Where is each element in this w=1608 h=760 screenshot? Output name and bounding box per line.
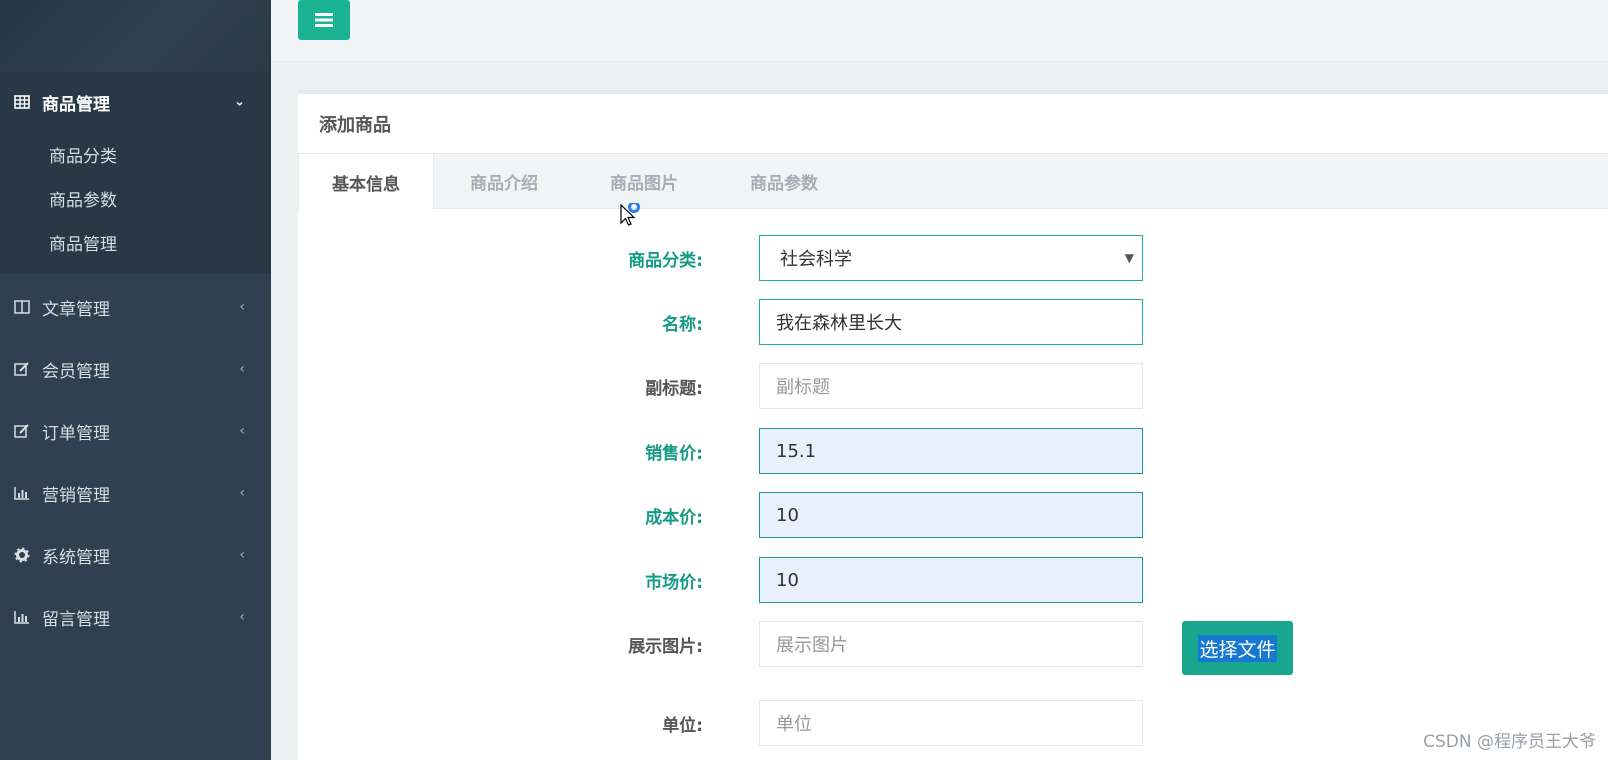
- subtitle-placeholder: 副标题: [776, 377, 830, 398]
- name-label: 名称:: [662, 314, 703, 335]
- form-row-unit: 单位: 单位: [298, 700, 1608, 746]
- sidebar-item-members[interactable]: 会员管理 ‹: [0, 338, 271, 400]
- add-product-panel: 添加商品 基本信息 商品介绍 商品图片 商品参数 商品分类: 社会科学 ▼ 名称…: [298, 90, 1608, 760]
- unit-input[interactable]: 单位: [759, 700, 1143, 746]
- chevron-left-icon: ‹: [239, 423, 245, 439]
- tab-bar: 基本信息 商品介绍 商品图片 商品参数: [298, 154, 1608, 210]
- sale-price-input[interactable]: 15.1: [759, 428, 1143, 474]
- sidebar: 商品管理 ⌄ 商品分类 商品参数 商品管理 文章管理 ‹ 会员管理 ‹ 订单管理…: [0, 0, 271, 760]
- sidebar-item-label: 营销管理: [42, 485, 110, 506]
- sidebar-subitem-products[interactable]: 商品管理: [0, 220, 271, 264]
- name-input[interactable]: 我在森林里长大: [759, 299, 1143, 345]
- edit-icon: [12, 423, 32, 439]
- sidebar-item-system[interactable]: 系统管理 ‹: [0, 524, 271, 586]
- choose-file-label: 选择文件: [1198, 634, 1277, 662]
- sidebar-item-label: 系统管理: [42, 547, 110, 568]
- sidebar-subnav: 商品分类 商品参数 商品管理: [0, 132, 271, 274]
- watermark: CSDN @程序员王大爷: [1423, 732, 1596, 752]
- chevron-left-icon: ‹: [239, 547, 245, 563]
- display-image-input[interactable]: 展示图片: [759, 621, 1143, 667]
- cost-price-input[interactable]: 10: [759, 492, 1143, 538]
- form-row-display-image: 展示图片: 展示图片 选择文件: [298, 621, 1608, 675]
- chevron-left-icon: ‹: [239, 609, 245, 625]
- bar-chart-icon: [12, 609, 32, 625]
- tab-basic-info[interactable]: 基本信息: [298, 154, 434, 210]
- sidebar-item-label: 订单管理: [42, 423, 110, 444]
- sidebar-subitem-category[interactable]: 商品分类: [0, 132, 271, 176]
- bars-icon: [315, 13, 333, 27]
- cost-price-label: 成本价:: [645, 507, 703, 528]
- form-row-name: 名称: 我在森林里长大: [298, 299, 1608, 345]
- subtitle-label: 副标题:: [645, 378, 703, 399]
- tab-product-intro[interactable]: 商品介绍: [434, 154, 574, 209]
- columns-icon: [12, 299, 32, 315]
- sidebar-item-label: 文章管理: [42, 299, 110, 320]
- sidebar-item-product-management[interactable]: 商品管理 ⌄: [0, 72, 271, 132]
- sidebar-nav: 文章管理 ‹ 会员管理 ‹ 订单管理 ‹ 营销管理 ‹ 系统管理 ‹ 留言管理 …: [0, 276, 271, 648]
- sidebar-item-articles[interactable]: 文章管理 ‹: [0, 276, 271, 338]
- market-price-label: 市场价:: [645, 572, 703, 593]
- unit-placeholder: 单位: [776, 714, 812, 735]
- sale-price-value: 15.1: [776, 440, 817, 462]
- chevron-left-icon: ‹: [239, 485, 245, 501]
- tab-product-params[interactable]: 商品参数: [714, 154, 854, 209]
- panel-title: 添加商品: [298, 94, 1608, 154]
- edit-icon: [12, 361, 32, 377]
- market-price-input[interactable]: 10: [759, 557, 1143, 603]
- form-row-market-price: 市场价: 10: [298, 557, 1608, 603]
- cost-price-value: 10: [776, 504, 799, 526]
- sidebar-header: [0, 0, 271, 72]
- category-label: 商品分类:: [628, 250, 703, 271]
- sidebar-item-orders[interactable]: 订单管理 ‹: [0, 400, 271, 462]
- unit-label: 单位:: [662, 715, 703, 736]
- bar-chart-icon: [12, 485, 32, 501]
- sale-price-label: 销售价:: [645, 443, 703, 464]
- sidebar-item-label: 商品管理: [42, 94, 110, 115]
- display-image-placeholder: 展示图片: [776, 635, 848, 656]
- subtitle-input[interactable]: 副标题: [759, 363, 1143, 409]
- sidebar-item-label: 会员管理: [42, 361, 110, 382]
- category-select[interactable]: 社会科学 ▼: [759, 235, 1143, 281]
- main-content: 添加商品 基本信息 商品介绍 商品图片 商品参数 商品分类: 社会科学 ▼ 名称…: [271, 0, 1608, 760]
- chevron-left-icon: ‹: [239, 299, 245, 315]
- form-row-category: 商品分类: 社会科学 ▼: [298, 235, 1608, 281]
- sidebar-item-messages[interactable]: 留言管理 ‹: [0, 586, 271, 648]
- sidebar-item-marketing[interactable]: 营销管理 ‹: [0, 462, 271, 524]
- app-layout: 商品管理 ⌄ 商品分类 商品参数 商品管理 文章管理 ‹ 会员管理 ‹ 订单管理…: [0, 0, 1608, 760]
- sidebar-group-product: 商品管理 ⌄ 商品分类 商品参数 商品管理: [0, 72, 271, 274]
- category-select-value: 社会科学: [780, 249, 852, 270]
- form-row-subtitle: 副标题: 副标题: [298, 363, 1608, 409]
- gear-icon: [12, 547, 32, 563]
- chevron-down-icon: ⌄: [234, 94, 245, 110]
- caret-down-icon: ▼: [1124, 251, 1134, 265]
- sidebar-item-label: 留言管理: [42, 609, 110, 630]
- display-image-label: 展示图片:: [628, 636, 703, 657]
- form-row-sale-price: 销售价: 15.1: [298, 428, 1608, 474]
- chevron-left-icon: ‹: [239, 361, 245, 377]
- form-row-cost-price: 成本价: 10: [298, 492, 1608, 538]
- sidebar-subitem-params[interactable]: 商品参数: [0, 176, 271, 220]
- name-input-value: 我在森林里长大: [776, 313, 902, 334]
- choose-file-button[interactable]: 选择文件: [1182, 621, 1293, 675]
- tab-product-images[interactable]: 商品图片: [574, 154, 714, 209]
- sidebar-toggle-button[interactable]: [298, 0, 350, 40]
- market-price-value: 10: [776, 569, 799, 591]
- topbar: [271, 0, 1608, 62]
- table-icon: [12, 94, 32, 110]
